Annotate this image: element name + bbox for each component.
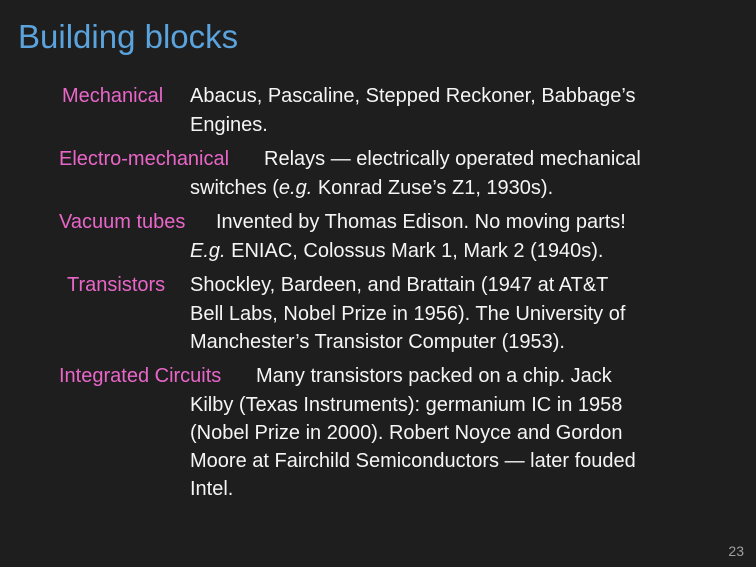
- description-line: Bell Labs, Nobel Prize in 1956). The Uni…: [190, 303, 626, 325]
- term-vacuum-tubes: Vacuum tubes: [59, 211, 186, 233]
- term-transistors: Transistors: [67, 274, 166, 296]
- description-line: switches (e.g. Konrad Zuse’s Z1, 1930s).: [190, 177, 554, 199]
- description-line: (Nobel Prize in 2000). Robert Noyce and …: [190, 422, 623, 444]
- slide-title: Building blocks: [18, 18, 239, 55]
- term-electro-mechanical: Electro-mechanical: [59, 148, 230, 170]
- description-line: Many transistors packed on a chip. Jack: [256, 365, 612, 387]
- description-line: Relays — electrically operated mechanica…: [264, 148, 641, 170]
- description-line: Kilby (Texas Instruments): germanium IC …: [190, 394, 623, 416]
- description-line: Manchester’s Transistor Computer (1953).: [190, 331, 565, 353]
- description-line: E.g. ENIAC, Colossus Mark 1, Mark 2 (194…: [190, 240, 604, 262]
- term-integrated-circuits: Integrated Circuits: [59, 365, 222, 387]
- description-line: Moore at Fairchild Semiconductors — late…: [190, 450, 636, 472]
- page-number: 23: [728, 543, 744, 559]
- description-line: Abacus, Pascaline, Stepped Reckoner, Bab…: [190, 85, 636, 107]
- term-mechanical: Mechanical: [62, 85, 164, 107]
- description-line: Intel.: [190, 478, 234, 500]
- description-line: Shockley, Bardeen, and Brattain (1947 at…: [190, 274, 609, 296]
- description-line: Invented by Thomas Edison. No moving par…: [216, 211, 626, 233]
- description-line: Engines.: [190, 114, 268, 136]
